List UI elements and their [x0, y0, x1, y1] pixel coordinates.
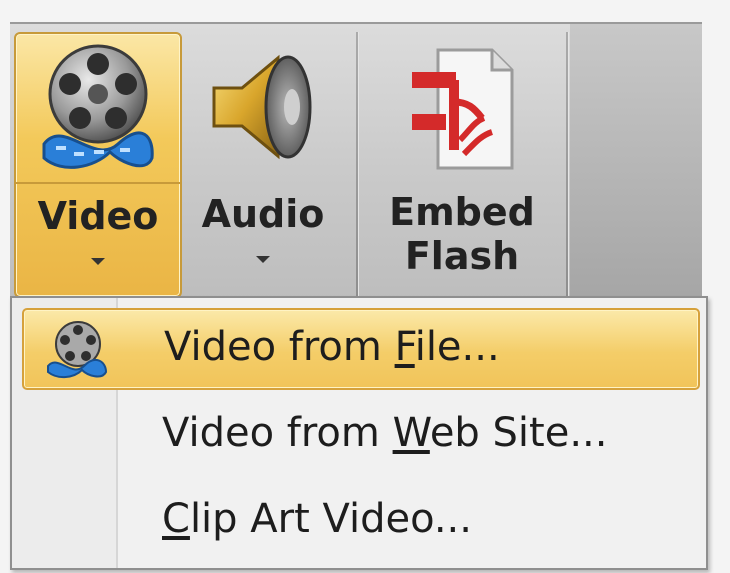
- menu-item-label: Video from Web Site...: [162, 410, 608, 456]
- split-divider: [16, 182, 180, 184]
- embed-flash-label-line1: Embed: [389, 190, 535, 234]
- menu-item-label: Clip Art Video...: [162, 496, 472, 542]
- ribbon-empty-area: [570, 24, 702, 304]
- video-button-label: Video: [37, 194, 159, 238]
- menu-item-label: Video from File...: [164, 324, 500, 370]
- embed-flash-button[interactable]: Embed Flash: [362, 32, 562, 294]
- audio-button-label: Audio: [201, 192, 325, 236]
- chevron-down-icon[interactable]: [91, 258, 105, 265]
- video-button[interactable]: Video: [14, 32, 182, 298]
- menu-item-video-from-web-site[interactable]: Video from Web Site...: [22, 396, 696, 474]
- speaker-icon: [208, 48, 318, 170]
- menu-item-video-from-file[interactable]: Video from File...: [22, 308, 700, 390]
- film-reel-icon: [44, 318, 114, 384]
- embed-flash-label-line2: Flash: [404, 234, 520, 278]
- film-reel-icon: [34, 40, 162, 178]
- video-dropdown-menu: Video from File... Video from Web Site..…: [10, 296, 708, 570]
- menu-item-clip-art-video[interactable]: Clip Art Video...: [22, 482, 696, 560]
- chevron-down-icon[interactable]: [256, 256, 270, 263]
- ribbon-separator: [566, 32, 569, 302]
- audio-button[interactable]: Audio: [188, 32, 338, 294]
- ribbon-separator: [356, 32, 359, 302]
- flash-document-icon: [408, 44, 518, 178]
